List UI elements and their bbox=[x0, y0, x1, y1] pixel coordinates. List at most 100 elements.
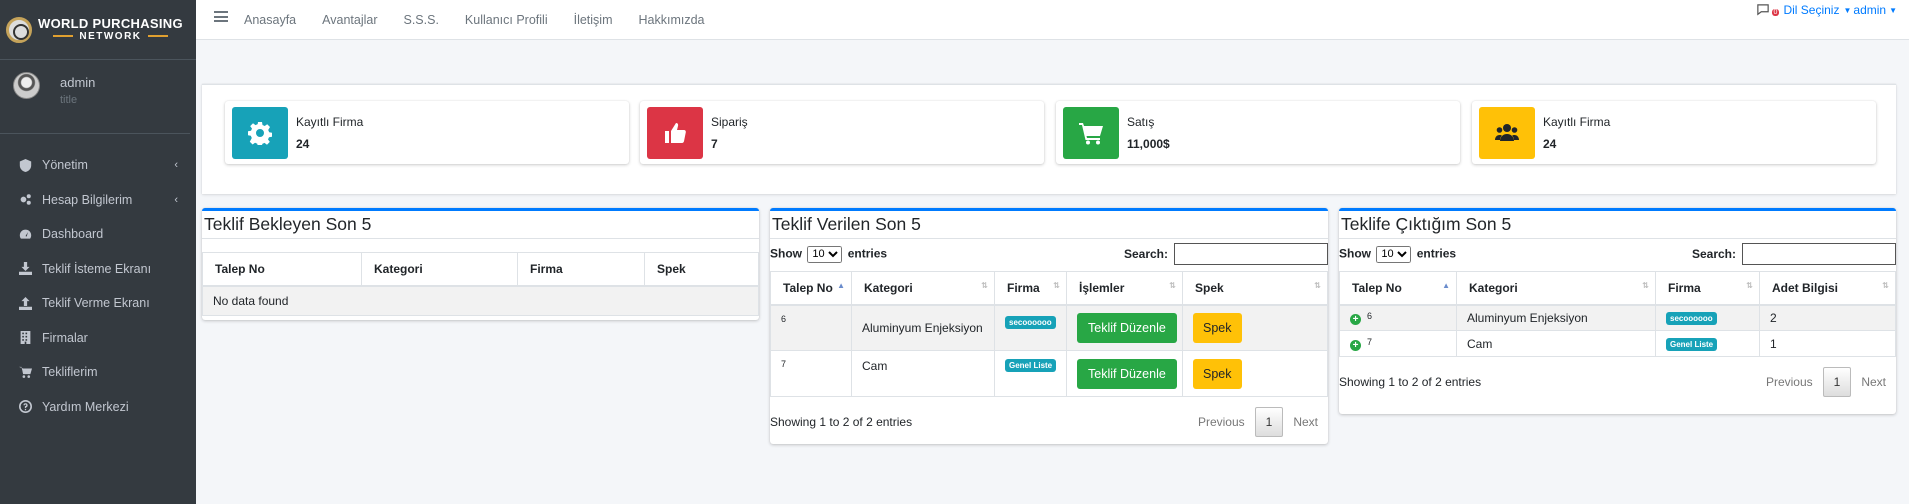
sidebar-item-teklif-isteme[interactable]: Teklif İsteme Ekranı bbox=[0, 252, 196, 287]
sidebar-item-dashboard[interactable]: Dashboard bbox=[0, 217, 196, 252]
search-input[interactable] bbox=[1174, 243, 1328, 265]
info-box-label: Sipariş bbox=[711, 114, 748, 129]
tachometer-icon bbox=[18, 227, 32, 241]
spek-button[interactable]: Spek bbox=[1193, 358, 1242, 389]
page-1-button[interactable]: 1 bbox=[1822, 367, 1852, 397]
search-input[interactable] bbox=[1742, 243, 1896, 265]
page-length-select[interactable]: 10 bbox=[1376, 245, 1412, 263]
column-header-talep-no[interactable]: Talep No ▲ bbox=[770, 271, 852, 306]
column-header-spek[interactable]: Spek ⇅ bbox=[1182, 271, 1328, 306]
topnav-link-hakkimizda[interactable]: Hakkımızda bbox=[639, 13, 705, 27]
brand[interactable]: WORLD PURCHASING NETWORK bbox=[0, 0, 196, 60]
language-dropdown[interactable]: Dil Seçiniz bbox=[1783, 3, 1839, 17]
download-icon bbox=[18, 262, 32, 276]
topnav-link-kullanici-profili[interactable]: Kullanıcı Profili bbox=[465, 13, 548, 27]
sort-icon: ⇅ bbox=[1882, 281, 1889, 290]
building-icon bbox=[18, 331, 32, 345]
comments-icon[interactable] bbox=[1756, 4, 1770, 16]
topnav-link-iletisim[interactable]: İletişim bbox=[574, 13, 613, 27]
caret-down-icon: ▼ bbox=[1889, 5, 1897, 15]
user-name[interactable]: admin bbox=[60, 75, 95, 90]
sidebar-item-yonetim[interactable]: Yönetim ‹ bbox=[0, 148, 196, 183]
previous-page-button[interactable]: Previous bbox=[1756, 375, 1823, 389]
hamburger-menu-icon[interactable] bbox=[214, 11, 228, 22]
column-header-adet-bilgisi[interactable]: Adet Bilgisi ⇅ bbox=[1759, 271, 1896, 306]
topnav-link-avantajlar[interactable]: Avantajlar bbox=[322, 13, 377, 27]
table-row: +6 Aluminyum Enjeksiyon secoooooo 2 bbox=[1339, 304, 1896, 331]
column-header-firma[interactable]: Firma ⇅ bbox=[1655, 271, 1760, 306]
chevron-left-icon: ‹ bbox=[174, 193, 178, 206]
sidebar: WORLD PURCHASING NETWORK admin title Yön… bbox=[0, 0, 196, 504]
panel-teklife-ciktigim: Teklife Çıktığım Son 5 Show 10 entries S… bbox=[1339, 208, 1896, 414]
panel-teklif-verilen: Teklif Verilen Son 5 Show 10 entries Sea… bbox=[770, 208, 1328, 444]
topnav-link-sss[interactable]: S.S.S. bbox=[403, 13, 438, 27]
sidebar-item-tekliflerim[interactable]: Tekliflerim bbox=[0, 355, 196, 390]
search-label: Search: bbox=[1691, 247, 1736, 261]
kategori-cell: Aluminyum Enjeksiyon bbox=[1456, 304, 1656, 331]
teklif-duzenle-button[interactable]: Teklif Düzenle bbox=[1077, 312, 1177, 343]
show-label: Show bbox=[1339, 246, 1371, 260]
info-box-label: Kayıtlı Firma bbox=[1543, 114, 1611, 129]
sidebar-item-firmalar[interactable]: Firmalar bbox=[0, 321, 196, 356]
brand-line2: NETWORK bbox=[38, 30, 183, 43]
stats-card: Kayıtlı Firma 24 Sipariş 7 Satış 11,000$… bbox=[202, 84, 1896, 194]
sidebar-item-hesap-bilgilerim[interactable]: Hesap Bilgilerim ‹ bbox=[0, 183, 196, 218]
user-menu-dropdown[interactable]: admin bbox=[1853, 3, 1886, 17]
talep-no-cell: 7 bbox=[1367, 336, 1373, 347]
table-info: Showing 1 to 2 of 2 entries bbox=[1339, 375, 1482, 389]
firma-badge: Genel Liste bbox=[1666, 338, 1718, 351]
brand-line1: WORLD PURCHASING bbox=[38, 15, 183, 31]
expand-row-plus-icon[interactable]: + bbox=[1350, 313, 1361, 325]
column-header-firma[interactable]: Firma ⇅ bbox=[994, 271, 1067, 306]
sidebar-item-label: Teklif İsteme Ekranı bbox=[42, 261, 152, 276]
expand-row-plus-icon[interactable]: + bbox=[1350, 339, 1361, 351]
sidebar-item-label: Yönetim bbox=[42, 158, 88, 173]
teklif-verilen-table: Talep No ▲ Kategori ⇅ Firma ⇅ İşlemler ⇅ Spe… bbox=[770, 271, 1328, 397]
column-header-talep-no[interactable]: Talep No ▲ bbox=[1339, 271, 1457, 306]
teklife-ciktigim-table: Talep No ▲ Kategori ⇅ Firma ⇅ Adet Bilgisi ⇅… bbox=[1339, 271, 1896, 357]
gears-icon bbox=[18, 193, 32, 207]
column-header-islemler[interactable]: İşlemler ⇅ bbox=[1066, 271, 1183, 306]
search-control: Search: bbox=[1124, 243, 1328, 265]
next-page-button[interactable]: Next bbox=[1851, 375, 1896, 389]
spek-button[interactable]: Spek bbox=[1193, 312, 1242, 343]
column-header-kategori[interactable]: Kategori bbox=[361, 252, 518, 287]
user-title: title bbox=[60, 94, 78, 106]
top-nav: Anasayfa Avantajlar S.S.S. Kullanıcı Pro… bbox=[244, 13, 731, 27]
teklif-duzenle-button[interactable]: Teklif Düzenle bbox=[1077, 358, 1177, 389]
adet-bilgisi-cell: 1 bbox=[1759, 330, 1896, 357]
avatar[interactable] bbox=[13, 72, 40, 99]
datatable-footer: Showing 1 to 2 of 2 entries Previous 1 N… bbox=[770, 397, 1328, 437]
sidebar-item-yardim-merkezi[interactable]: Yardım Merkezi bbox=[0, 390, 196, 425]
kategori-cell: Cam bbox=[1456, 330, 1656, 357]
chevron-left-icon: ‹ bbox=[174, 159, 178, 172]
page-1-button[interactable]: 1 bbox=[1254, 407, 1284, 437]
talep-no-cell: 7 bbox=[781, 359, 787, 369]
column-header-firma[interactable]: Firma bbox=[517, 252, 645, 287]
sidebar-item-label: Teklif Verme Ekranı bbox=[42, 296, 150, 311]
teklif-bekleyen-table: Talep No Kategori Firma Spek No data fou… bbox=[202, 252, 759, 316]
info-box-kayitli-firma-2: Kayıtlı Firma 24 bbox=[1472, 101, 1876, 164]
column-header-kategori[interactable]: Kategori ⇅ bbox=[1456, 271, 1656, 306]
thumbs-up-icon bbox=[647, 106, 703, 159]
table-info: Showing 1 to 2 of 2 entries bbox=[770, 415, 913, 429]
sort-asc-icon: ▲ bbox=[837, 281, 845, 290]
column-header-kategori[interactable]: Kategori ⇅ bbox=[851, 271, 995, 306]
column-header-spek[interactable]: Spek bbox=[644, 252, 759, 287]
adet-bilgisi-cell: 2 bbox=[1759, 304, 1896, 331]
shield-icon bbox=[18, 158, 32, 172]
topnav-link-anasayfa[interactable]: Anasayfa bbox=[244, 13, 296, 27]
question-circle-icon bbox=[18, 400, 32, 414]
info-box-label: Kayıtlı Firma bbox=[296, 114, 364, 129]
info-box-value: 7 bbox=[711, 136, 718, 151]
topbar-right: 0 Dil Seçiniz ▼ admin ▼ bbox=[1756, 3, 1899, 17]
info-box-value: 24 bbox=[296, 136, 310, 151]
next-page-button[interactable]: Next bbox=[1283, 415, 1328, 429]
table-row: 6 Aluminyum Enjeksiyon secoooooo Teklif … bbox=[770, 304, 1328, 351]
talep-no-cell: 6 bbox=[781, 313, 787, 324]
sidebar-item-teklif-verme[interactable]: Teklif Verme Ekranı bbox=[0, 286, 196, 321]
page-length-select[interactable]: 10 bbox=[807, 245, 843, 263]
previous-page-button[interactable]: Previous bbox=[1188, 415, 1255, 429]
column-header-talep-no[interactable]: Talep No bbox=[202, 252, 362, 287]
entries-label: entries bbox=[1416, 246, 1457, 260]
